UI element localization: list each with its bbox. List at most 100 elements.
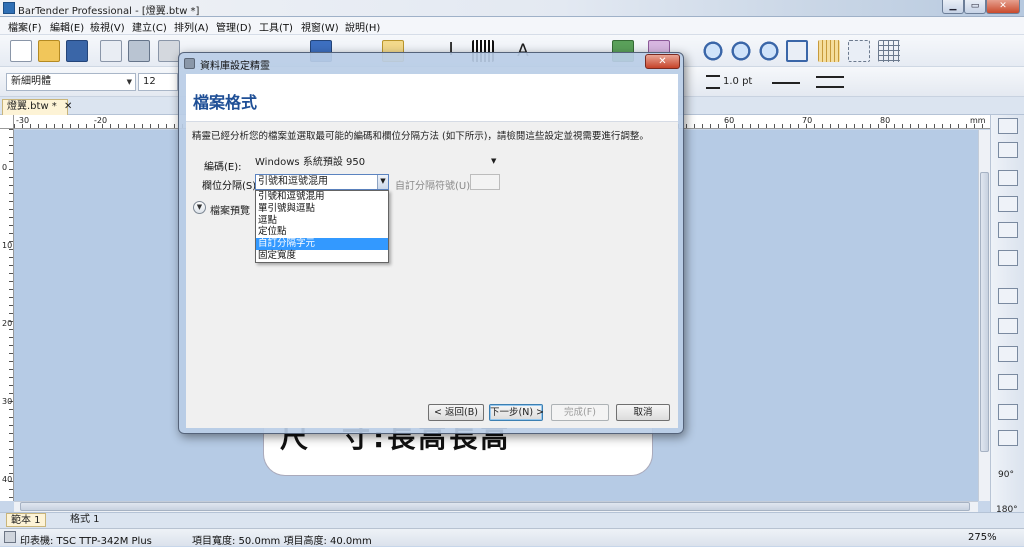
- back-button[interactable]: < 返回(B): [428, 404, 484, 421]
- menu-arrange[interactable]: 排列(A): [174, 19, 209, 34]
- page-setup-icon[interactable]: [100, 40, 122, 62]
- left-ruler: 0 10 20 30 40: [0, 129, 14, 501]
- vertical-scroll-thumb[interactable]: [980, 172, 989, 452]
- document-tab[interactable]: 燈翼.btw * ✕: [2, 99, 72, 115]
- font-size-select[interactable]: 12: [138, 73, 178, 91]
- delimiter-label: 欄位分隔(S):: [202, 181, 260, 192]
- rotate-90-icon[interactable]: 90°: [998, 470, 1014, 480]
- template-tab-strip: [0, 512, 1024, 528]
- menu-file[interactable]: 檔案(F): [8, 19, 42, 34]
- same-height-icon[interactable]: [998, 374, 1018, 390]
- database-icon[interactable]: [128, 40, 150, 62]
- app-icon: [3, 2, 15, 14]
- document-tab-label: 燈翼.btw *: [7, 101, 57, 112]
- align-top-icon[interactable]: [998, 196, 1018, 212]
- fit-page-icon[interactable]: [786, 40, 808, 62]
- status-bar: [0, 528, 1024, 546]
- custom-delimiter-label: 自訂分隔符號(U):: [395, 181, 474, 192]
- chevron-down-icon[interactable]: ▼: [491, 157, 496, 165]
- menu-view[interactable]: 檢視(V): [90, 19, 125, 34]
- font-name-select[interactable]: 新細明體 ▼: [6, 73, 136, 91]
- font-name-value: 新細明體: [11, 76, 51, 87]
- maximize-button[interactable]: ▭: [964, 0, 986, 14]
- window-title: BarTender Professional - [燈翼.btw *]: [18, 6, 200, 17]
- cancel-button[interactable]: 取消: [616, 404, 670, 421]
- ruler-label: 60: [724, 116, 735, 125]
- print-icon[interactable]: [158, 40, 180, 62]
- ruler-label: 80: [880, 116, 891, 125]
- distribute-vertical-icon[interactable]: [998, 318, 1018, 334]
- ruler-label: 10: [2, 241, 13, 250]
- encoding-select[interactable]: Windows 系統預設 950: [255, 156, 500, 171]
- dialog-title: 資料庫設定精靈: [200, 61, 270, 72]
- line-style-icon[interactable]: [772, 82, 800, 84]
- delimiter-option[interactable]: 單引號與逗點: [256, 203, 388, 215]
- align-left-icon[interactable]: [998, 118, 1018, 134]
- zoom-out-icon[interactable]: [730, 40, 752, 62]
- menu-help[interactable]: 說明(H): [345, 19, 380, 34]
- ruler-icon[interactable]: [818, 40, 840, 62]
- menu-manage[interactable]: 管理(D): [216, 19, 252, 34]
- ruler-unit: mm: [970, 116, 986, 125]
- align-middle-icon[interactable]: [998, 222, 1018, 238]
- menu-window[interactable]: 視窗(W): [301, 19, 339, 34]
- open-folder-icon[interactable]: [38, 40, 60, 62]
- delimiter-option[interactable]: 定位點: [256, 226, 388, 238]
- ruler-label: -30: [16, 116, 30, 125]
- horizontal-scroll-thumb[interactable]: [20, 502, 970, 511]
- same-width-icon[interactable]: [998, 346, 1018, 362]
- save-icon[interactable]: [66, 40, 88, 62]
- ruler-label: 30: [2, 397, 13, 406]
- grid-icon[interactable]: [878, 40, 900, 62]
- distribute-horizontal-icon[interactable]: [998, 288, 1018, 304]
- dialog-heading: 檔案格式: [193, 93, 258, 112]
- ruler-label: 40: [2, 475, 13, 484]
- menu-create[interactable]: 建立(C): [132, 19, 167, 34]
- ruler-label: -20: [94, 116, 108, 125]
- template-tab[interactable]: 範本 1: [6, 513, 46, 527]
- delimiter-select[interactable]: 引號和逗號混用: [255, 174, 389, 190]
- expand-chevron-icon[interactable]: ▼: [193, 201, 206, 214]
- line-width-icon: [706, 75, 720, 89]
- snap-icon[interactable]: [848, 40, 870, 62]
- file-preview-label[interactable]: 檔案預覽: [210, 202, 250, 217]
- encoding-label: 編碼(E):: [204, 162, 242, 173]
- font-size-value: 12: [143, 76, 156, 87]
- delimiter-option[interactable]: 固定寬度: [256, 250, 388, 262]
- ruler-label: 0: [2, 163, 8, 172]
- close-icon[interactable]: ✕: [64, 101, 72, 112]
- finish-button[interactable]: 完成(F): [551, 404, 609, 421]
- item-size-status: 項目寬度: 50.0mm 項目高度: 40.0mm: [192, 536, 372, 547]
- align-right-icon[interactable]: [998, 170, 1018, 186]
- menu-bar: 檔案(F) 編輯(E) 檢視(V) 建立(C) 排列(A) 管理(D) 工具(T…: [0, 17, 1024, 35]
- printer-status: 印表機: TSC TTP-342M Plus: [20, 536, 152, 547]
- dialog-close-button[interactable]: ✕: [645, 54, 680, 69]
- next-button[interactable]: 下一步(N) >: [489, 404, 544, 421]
- chevron-down-icon[interactable]: ▼: [377, 175, 388, 189]
- ruler-corner: [0, 115, 14, 129]
- new-file-icon[interactable]: [10, 40, 32, 62]
- center-page-icon[interactable]: [998, 430, 1018, 446]
- custom-delimiter-input[interactable]: [470, 174, 500, 190]
- line-width-value[interactable]: 1.0 pt: [723, 76, 752, 87]
- zoom-level[interactable]: 275%: [968, 532, 997, 543]
- minimize-button[interactable]: ▁: [942, 0, 964, 14]
- delimiter-option[interactable]: 引號和逗號混用: [256, 191, 388, 203]
- menu-tools[interactable]: 工具(T): [259, 19, 293, 34]
- same-size-icon[interactable]: [998, 404, 1018, 420]
- format-tab[interactable]: 格式 1: [66, 513, 104, 527]
- ruler-label: 70: [802, 116, 813, 125]
- align-bottom-icon[interactable]: [998, 250, 1018, 266]
- delimiter-option-selected[interactable]: 自訂分隔字元: [256, 238, 388, 250]
- delimiter-option[interactable]: 逗點: [256, 215, 388, 227]
- zoom-fit-icon[interactable]: [758, 40, 780, 62]
- ruler-label: 20: [2, 319, 13, 328]
- dialog-header: [186, 74, 678, 122]
- printer-icon: [4, 531, 16, 543]
- align-center-icon[interactable]: [998, 142, 1018, 158]
- zoom-in-icon[interactable]: [702, 40, 724, 62]
- line-align-icon[interactable]: [816, 76, 844, 88]
- menu-edit[interactable]: 編輯(E): [50, 19, 84, 34]
- close-window-button[interactable]: ✕: [986, 0, 1020, 14]
- wizard-icon: [184, 58, 195, 69]
